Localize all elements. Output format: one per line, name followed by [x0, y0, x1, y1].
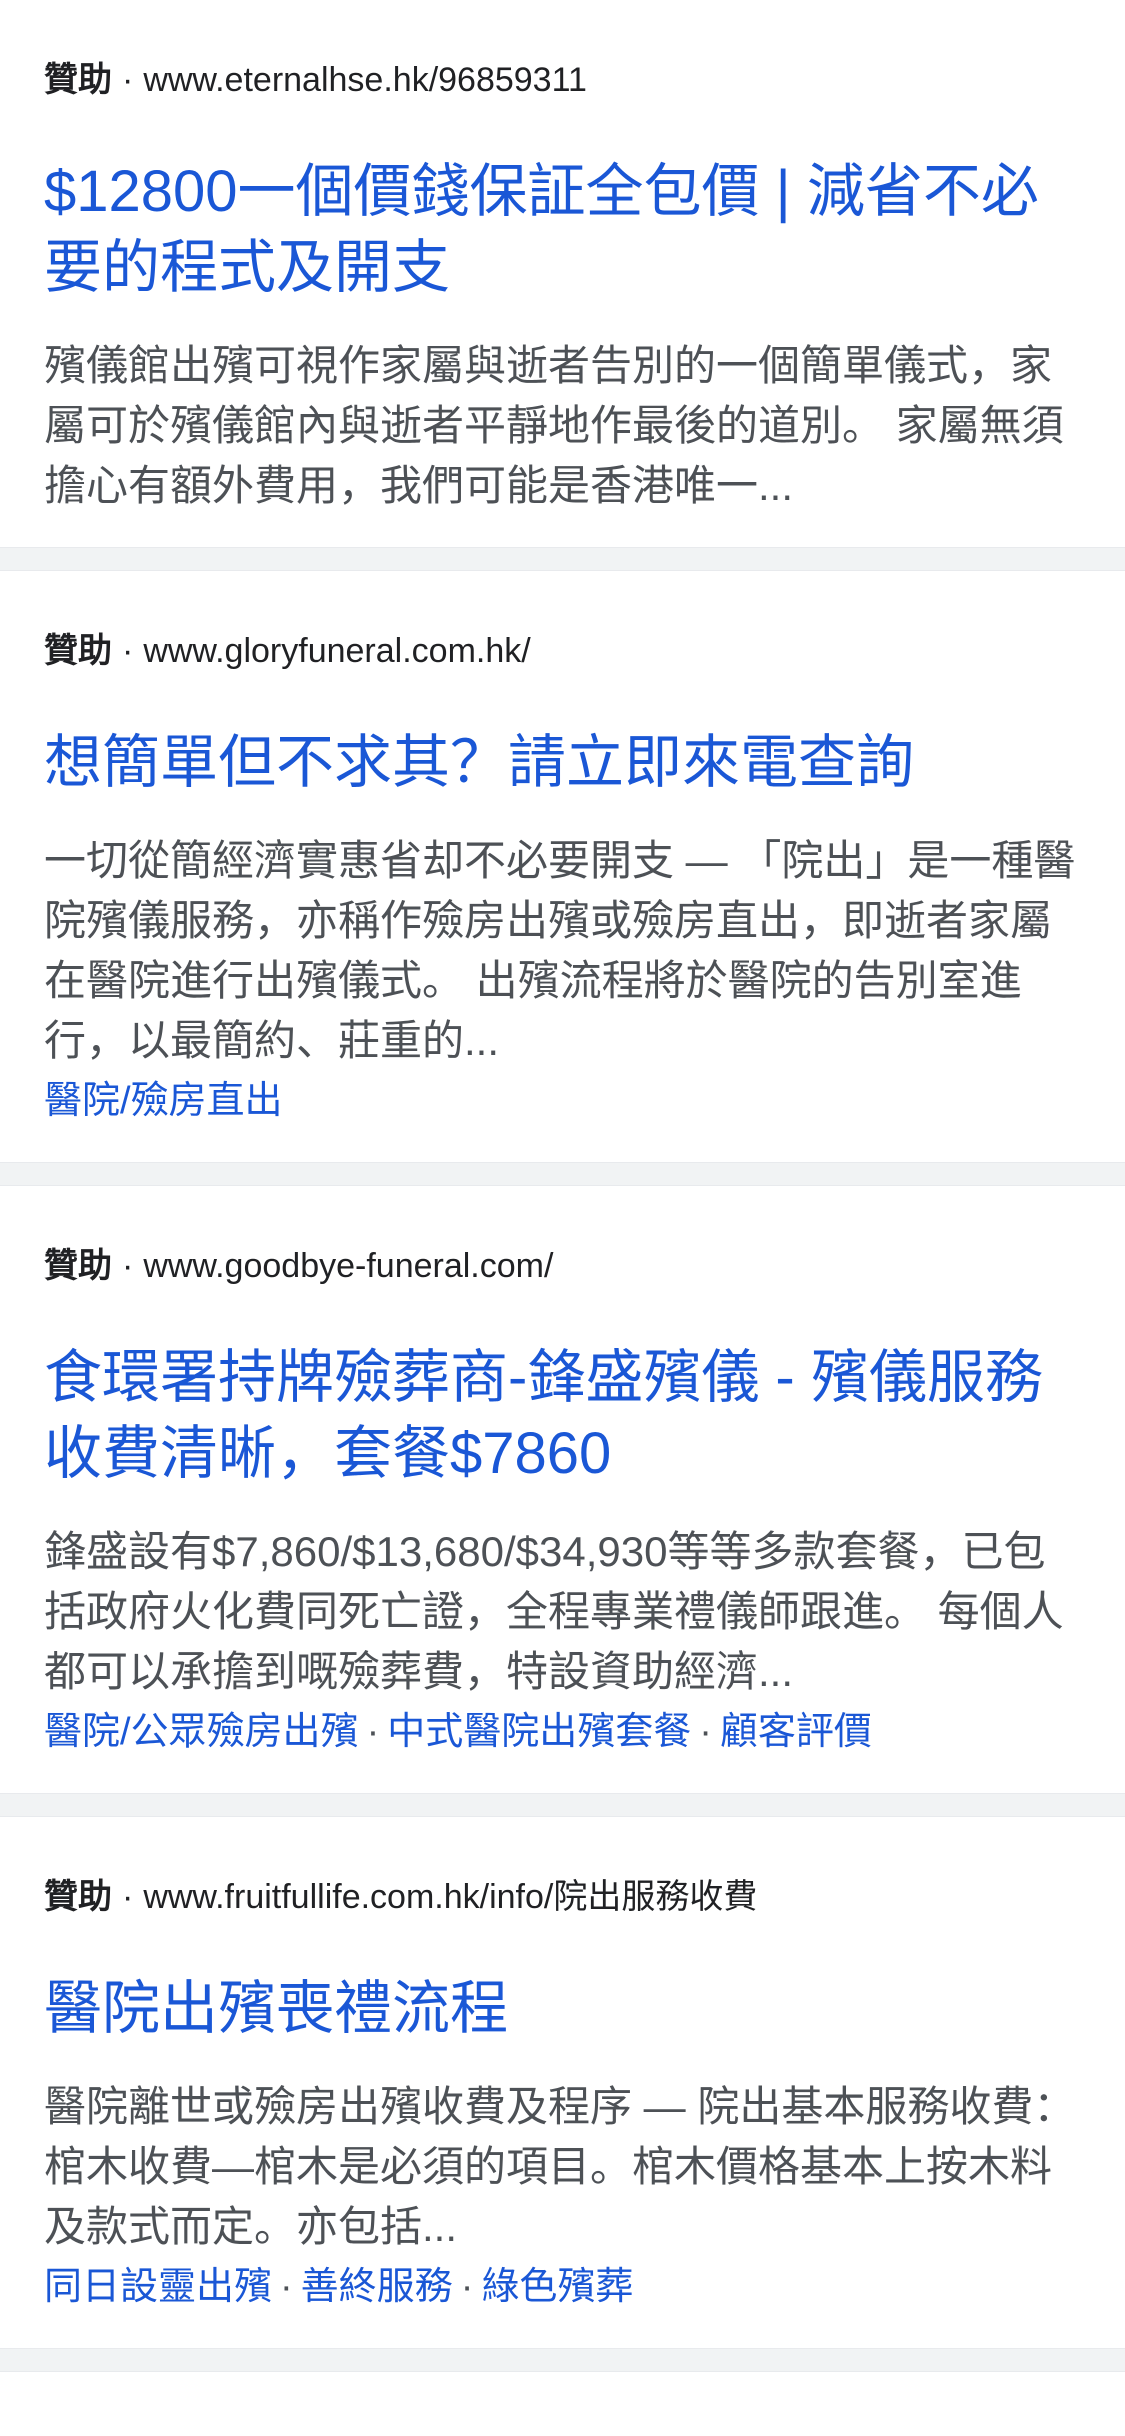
sitelink-separator: ·	[280, 2266, 293, 2308]
ad-result: 贊助 · www.goodbye-funeral.com/ 食環署持牌殮葬商-鋒盛殯…	[0, 1186, 1125, 1793]
ad-snippet: 醫院離世或殮房出殯收費及程序 — 院出基本服務收費：棺木收費—棺木是必須的項目。…	[44, 2083, 1076, 2250]
sponsored-label: 贊助	[44, 1878, 112, 1916]
ad-url[interactable]: www.goodbye-funeral.com/	[143, 1247, 553, 1285]
result-divider	[0, 1162, 1125, 1186]
sitelink-separator: ·	[460, 2266, 474, 2308]
ad-source-line: 贊助 · www.fruitfullife.com.hk/info/院出服務收費	[44, 1867, 1087, 1927]
sitelink[interactable]: 中式醫院出殯套餐	[387, 1711, 691, 1753]
sitelink-separator: ·	[366, 1711, 380, 1753]
sitelink[interactable]: 綠色殯葬	[481, 2266, 633, 2308]
result-divider	[0, 2348, 1125, 2372]
sponsored-label: 贊助	[44, 1247, 112, 1285]
search-results: 贊助 · www.eternalhse.hk/96859311 $12800一個價錢…	[0, 0, 1125, 2372]
sitelink[interactable]: 醫院/公眾殮房出殯	[44, 1711, 359, 1753]
ad-title-link[interactable]: 食環署持牌殮葬商-鋒盛殯儀 - 殯儀服務收費清晰，套餐$7860	[44, 1340, 1087, 1492]
sitelinks: 醫院/公眾殮房出殯 · 中式醫院出殯套餐 · 顧客評價	[44, 1702, 1087, 1762]
separator: ·	[122, 1878, 134, 1916]
ad-url[interactable]: www.eternalhse.hk/96859311	[143, 61, 587, 99]
separator: ·	[122, 1247, 134, 1285]
sitelinks: 醫院/殮房直出	[44, 1071, 1087, 1131]
result-divider	[0, 547, 1125, 571]
sitelink[interactable]: 同日設靈出殯	[44, 2266, 272, 2308]
ad-source-line: 贊助 · www.gloryfuneral.com.hk/	[44, 621, 1087, 681]
sponsored-label: 贊助	[44, 632, 112, 670]
sitelink-separator: ·	[699, 1711, 712, 1753]
ad-snippet: 殯儀館出殯可視作家屬與逝者告別的一個簡單儀式，家屬可於殯儀館內與逝者平靜地作最後…	[44, 342, 1064, 509]
result-divider	[0, 1793, 1125, 1817]
ad-title-link[interactable]: 醫院出殯喪禮流程	[44, 1971, 1087, 2047]
sitelink[interactable]: 顧客評價	[720, 1711, 872, 1753]
ad-title-link[interactable]: 想簡單但不求其？請立即來電查詢	[44, 725, 1087, 801]
ad-snippet: 一切從簡經濟實惠省却不必要開支 — 「院出」是一種醫院殯儀服務，亦稱作殮房出殯或…	[44, 837, 1076, 1064]
ad-url[interactable]: www.gloryfuneral.com.hk/	[143, 632, 530, 670]
separator: ·	[122, 61, 134, 99]
ad-result: 贊助 · www.gloryfuneral.com.hk/ 想簡單但不求其？請立即來…	[0, 571, 1125, 1162]
ad-title-link[interactable]: $12800一個價錢保証全包價 | 減省不必要的程式及開支	[44, 154, 1087, 306]
sponsored-label: 贊助	[44, 61, 112, 99]
ad-source-line: 贊助 · www.goodbye-funeral.com/	[44, 1236, 1087, 1296]
sitelink[interactable]: 善終服務	[301, 2266, 453, 2308]
separator: ·	[122, 632, 134, 670]
ad-url[interactable]: www.fruitfullife.com.hk/info/院出服務收費	[143, 1878, 757, 1916]
ad-source-line: 贊助 · www.eternalhse.hk/96859311	[44, 50, 1087, 110]
ad-snippet: 鋒盛設有$7,860/$13,680/$34,930等等多款套餐，已包括政府火化…	[44, 1528, 1064, 1695]
ad-result: 贊助 · www.eternalhse.hk/96859311 $12800一個價錢…	[0, 0, 1125, 547]
sitelink[interactable]: 醫院/殮房直出	[44, 1080, 283, 1122]
ad-result: 贊助 · www.fruitfullife.com.hk/info/院出服務收費 醫…	[0, 1817, 1125, 2348]
sitelinks: 同日設靈出殯 · 善終服務 · 綠色殯葬	[44, 2257, 1087, 2317]
